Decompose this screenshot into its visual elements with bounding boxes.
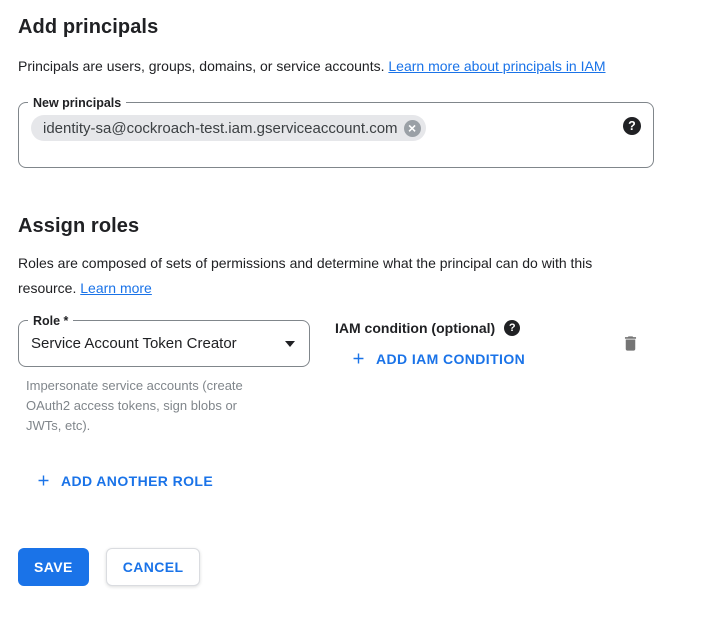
- page-title: Add principals: [18, 14, 713, 40]
- trash-icon: [621, 333, 640, 354]
- plus-icon: [35, 472, 52, 489]
- dropdown-arrow-icon: [285, 341, 295, 347]
- principals-description: Principals are users, groups, domains, o…: [18, 54, 660, 79]
- assign-roles-title: Assign roles: [18, 213, 713, 239]
- add-another-role-button[interactable]: ADD ANOTHER ROLE: [35, 472, 213, 489]
- save-button[interactable]: SAVE: [18, 548, 89, 586]
- plus-icon: [350, 350, 367, 367]
- role-label: Role *: [28, 312, 73, 330]
- new-principals-help-icon[interactable]: ?: [623, 117, 641, 135]
- add-iam-condition-button[interactable]: ADD IAM CONDITION: [350, 350, 525, 367]
- add-principals-panel: Add principals Principals are users, gro…: [0, 0, 713, 629]
- iam-condition-help-icon[interactable]: ?: [504, 320, 520, 336]
- roles-description: Roles are composed of sets of permission…: [18, 251, 638, 301]
- learn-more-principals-link[interactable]: Learn more about principals in IAM: [388, 58, 605, 74]
- role-column: Role * Service Account Token Creator Imp…: [18, 320, 310, 436]
- role-selected-value: Service Account Token Creator: [31, 335, 237, 352]
- new-principals-field[interactable]: New principals identity-sa@cockroach-tes…: [18, 102, 654, 168]
- iam-condition-column: IAM condition (optional) ? ADD IAM CONDI…: [335, 320, 525, 372]
- learn-more-roles-link[interactable]: Learn more: [80, 280, 152, 296]
- iam-condition-header: IAM condition (optional) ?: [335, 320, 525, 336]
- cancel-button[interactable]: CANCEL: [106, 548, 201, 586]
- dialog-actions: SAVE CANCEL: [18, 548, 713, 586]
- role-row: Role * Service Account Token Creator Imp…: [18, 320, 695, 436]
- principals-description-text: Principals are users, groups, domains, o…: [18, 58, 385, 74]
- role-select[interactable]: Role * Service Account Token Creator: [18, 320, 310, 367]
- delete-role-button[interactable]: [621, 333, 640, 354]
- add-another-role-label: ADD ANOTHER ROLE: [61, 473, 213, 489]
- new-principals-label: New principals: [28, 94, 126, 112]
- principal-chip[interactable]: identity-sa@cockroach-test.iam.gservicea…: [31, 115, 426, 141]
- chip-remove-icon[interactable]: ×: [404, 120, 421, 137]
- add-iam-condition-label: ADD IAM CONDITION: [376, 351, 525, 367]
- role-helper-text: Impersonate service accounts (create OAu…: [26, 376, 266, 436]
- principal-chip-value: identity-sa@cockroach-test.iam.gservicea…: [43, 120, 398, 137]
- add-role-row: ADD ANOTHER ROLE: [35, 472, 713, 494]
- iam-condition-label: IAM condition (optional): [335, 320, 495, 336]
